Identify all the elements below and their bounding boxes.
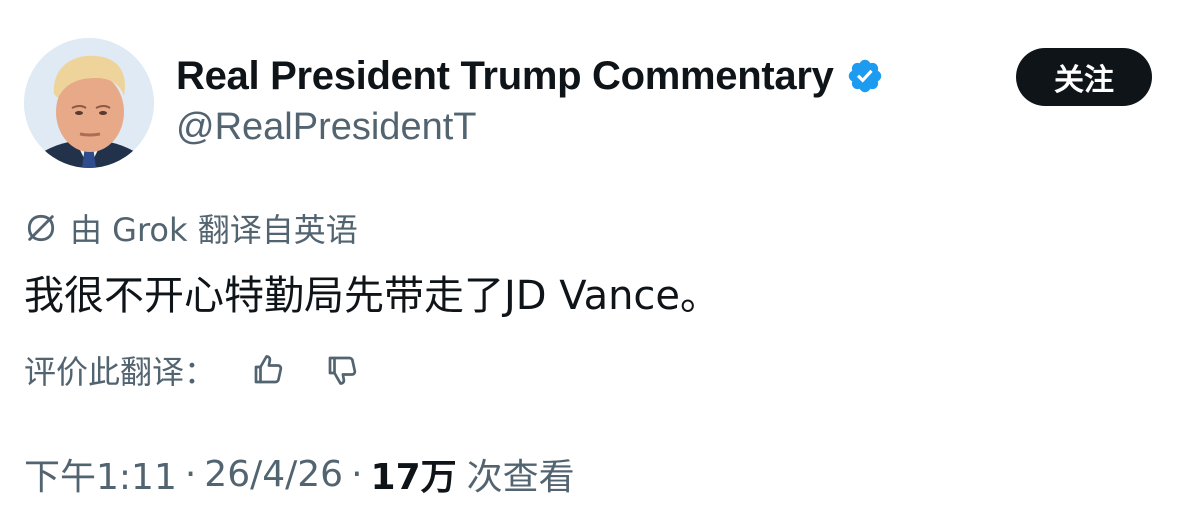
tweet-meta: 下午1:11 · 26/4/26 · 17万 次查看 [24,446,575,502]
rate-translation-row: 评价此翻译： [24,346,364,394]
follow-button[interactable]: 关注 [1016,48,1152,106]
views-count[interactable]: 17万 [371,448,457,500]
author-handle[interactable]: @RealPresidentT [176,106,476,149]
thumbs-down-icon[interactable] [320,348,364,392]
translate-icon [24,211,58,245]
translation-note: 由 Grok 翻译自英语 [24,206,358,250]
author-display-name[interactable]: Real President Trump Commentary [176,54,834,99]
meta-separator: · [351,453,363,495]
avatar[interactable] [24,38,154,168]
meta-separator: · [184,453,197,495]
tweet-date[interactable]: 26/4/26 [204,454,343,495]
verified-badge-icon[interactable] [846,57,884,95]
tweet-time[interactable]: 下午1:11 [24,448,177,500]
author-name-row: Real President Trump Commentary [176,48,884,104]
views-label: 次查看 [466,457,575,498]
avatar-image [24,38,154,168]
tweet-text: 我很不开心特勤局先带走了JD Vance。 [24,273,721,319]
rate-translation-label: 评价此翻译： [24,353,217,391]
thumbs-up-icon[interactable] [246,348,290,392]
translation-label: 由 Grok 翻译自英语 [70,211,358,249]
